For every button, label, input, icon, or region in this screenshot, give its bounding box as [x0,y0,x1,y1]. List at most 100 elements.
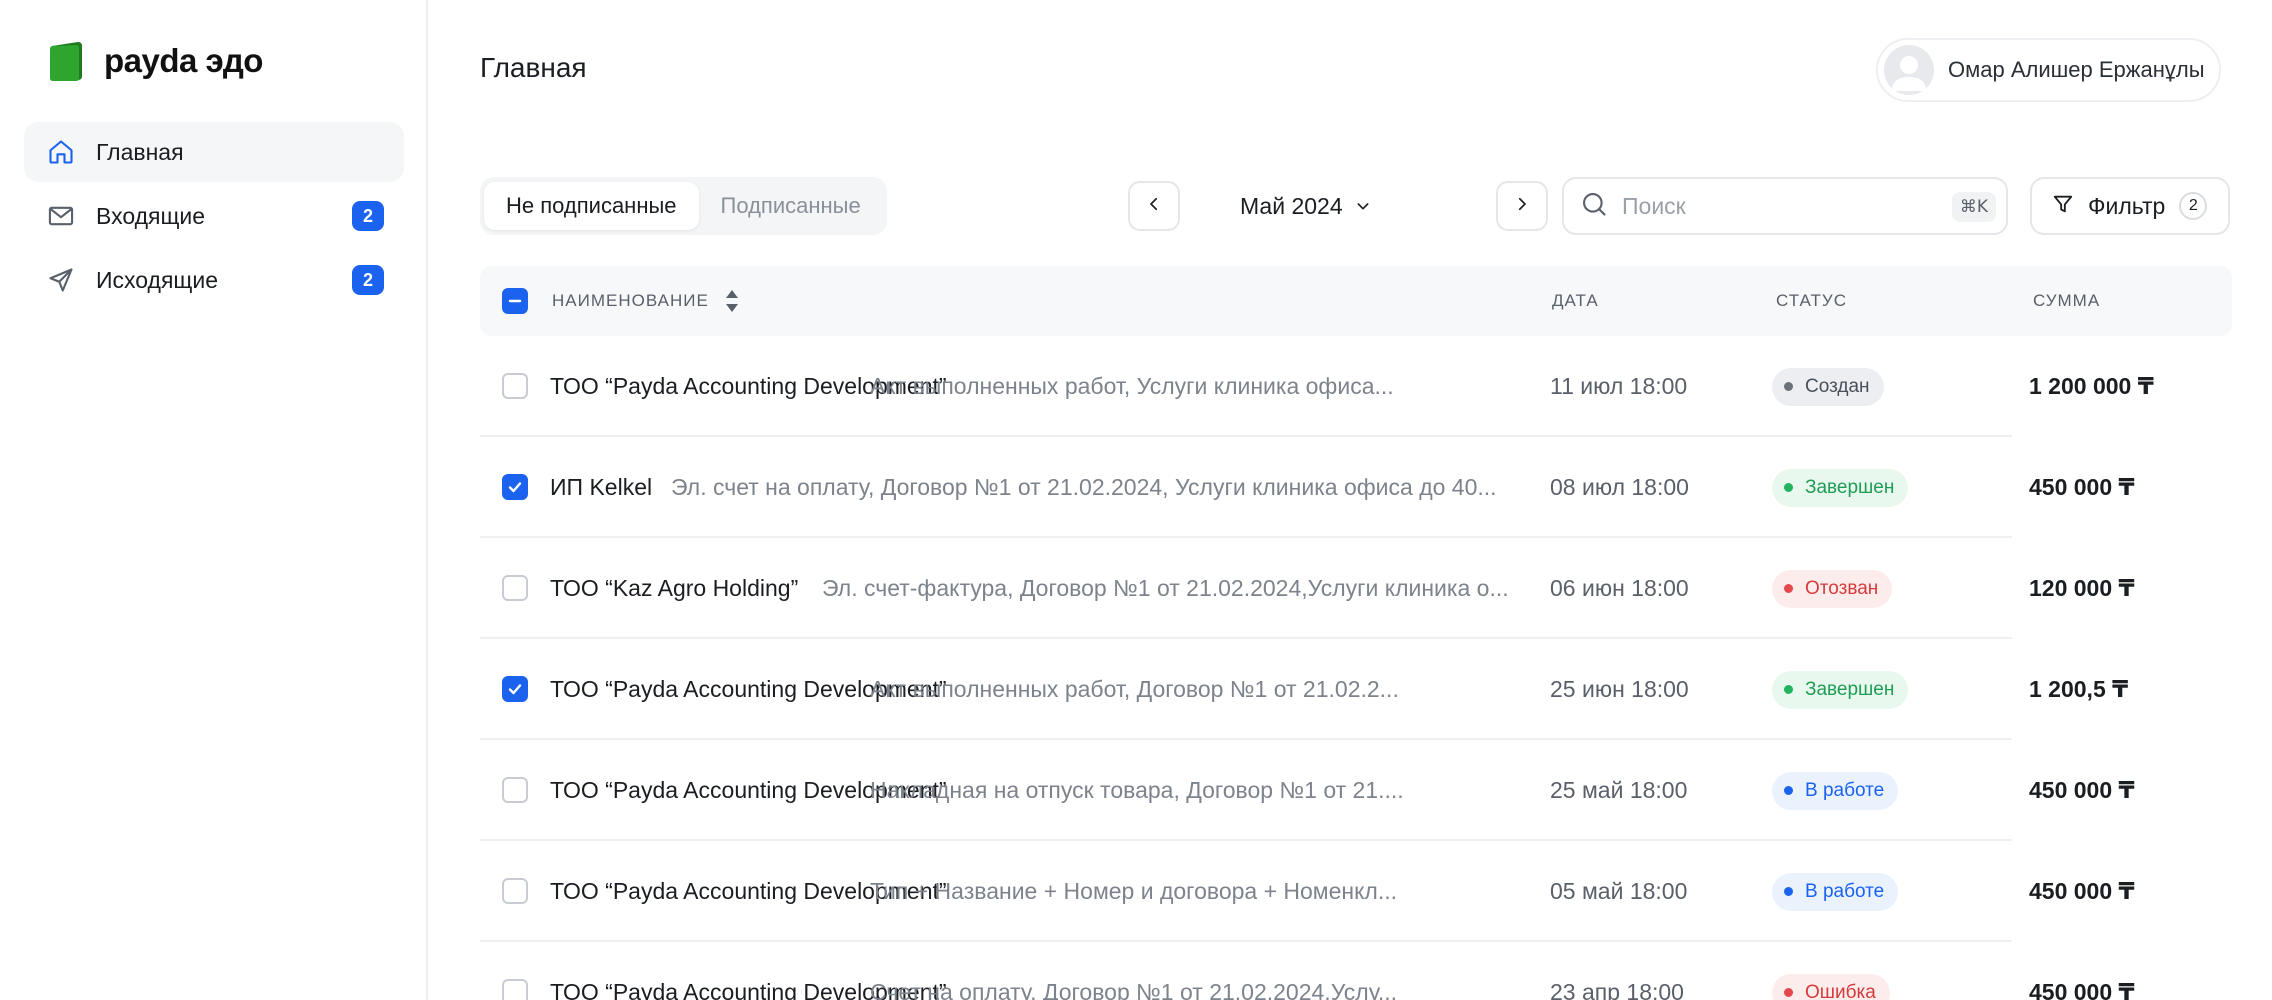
search-box: ⌘K [1562,177,2008,235]
status-badge: В работе [1772,872,1899,911]
prev-month-button[interactable] [1128,181,1180,231]
status-badge: Создан [1772,367,1884,406]
status-label: Завершен [1805,678,1895,700]
status-dot-icon [1784,685,1793,694]
row-amount: 450 000 ₸ [2029,979,2135,1000]
table-row[interactable]: ИП Kelkel Эл. счет на оплату, Договор №1 … [480,437,2232,538]
row-checkbox[interactable] [502,474,528,500]
sidebar-item-label: Входящие [96,202,206,229]
status-dot-icon [1784,988,1793,997]
table-header: НАИМЕНОВАНИЕ ДАТА СТАТУС СУММА [480,266,2232,336]
row-date: 11 июл 18:00 [1550,373,1688,399]
row-description: Акт выполненных работ, Услуги клиника оф… [870,373,1394,399]
row-amount: 450 000 ₸ [2029,878,2135,904]
search-icon [1580,190,1608,223]
row-status-cell: Создан [1772,336,1884,437]
sort-icon[interactable] [723,287,741,315]
table-row[interactable]: ТОО “Payda Accounting Development” Тип + … [480,841,2232,942]
row-description: Накладная на отпуск товара, Договор №1 о… [870,777,1404,803]
mail-icon [46,201,76,231]
row-checkbox[interactable] [502,878,528,904]
status-label: В работе [1805,779,1885,801]
filter-label: Фильтр [2088,192,2166,219]
status-label: Завершен [1805,476,1895,498]
row-description: Тип + Название + Номер и договора + Номе… [870,878,1398,904]
sidebar-item-home[interactable]: Главная [24,122,404,182]
row-status-cell: Ошибка [1772,942,1890,1000]
row-date: 25 июн 18:00 [1550,676,1689,702]
month-select[interactable]: Май 2024 [1240,181,1371,231]
status-badge: Ошибка [1772,973,1890,1000]
status-badge: В работе [1772,771,1899,810]
sidebar-item-inbox[interactable]: Входящие 2 [24,186,404,246]
row-company: ИП Kelkel [550,474,653,500]
user-menu[interactable]: Омар Алишер Ержанұлы [1876,38,2221,102]
column-header-date[interactable]: ДАТА [1552,266,1599,336]
sidebar-item-outbox[interactable]: Исходящие 2 [24,250,404,310]
outbox-count-badge: 2 [352,265,384,295]
next-month-button[interactable] [1496,181,1548,231]
chevron-right-icon [1513,195,1531,218]
column-header-status[interactable]: СТАТУС [1776,266,1847,336]
table-row[interactable]: ТОО “Payda Accounting Development” Наклад… [480,740,2232,841]
status-label: В работе [1805,880,1885,902]
row-amount: 450 000 ₸ [2029,777,2135,803]
row-description: Эл. счет на оплату, Договор №1 от 21.02.… [671,474,1497,500]
row-status-cell: В работе [1772,841,1899,942]
brand-logo[interactable]: payda эдо [48,40,263,82]
search-input[interactable] [1622,192,1922,220]
table-body: ТОО “Payda Accounting Development” Акт вы… [480,336,2232,1000]
table-row[interactable]: ТОО “Payda Accounting Development” Акт вы… [480,336,2232,437]
status-dot-icon [1784,483,1793,492]
status-dot-icon [1784,382,1793,391]
sidebar-item-label: Главная [96,138,184,165]
filter-count-badge: 2 [2179,192,2208,220]
status-badge: Отозван [1772,569,1893,608]
row-amount: 450 000 ₸ [2029,474,2135,500]
status-dot-icon [1784,786,1793,795]
sidebar: payda эдо Главная Входящие 2 Исходящие 2 [0,0,428,1000]
column-header-amount[interactable]: СУММА [2033,266,2100,336]
chevron-down-icon [1355,193,1371,220]
sidebar-nav: Главная Входящие 2 Исходящие 2 [24,122,404,314]
row-amount: 120 000 ₸ [2029,575,2135,601]
row-checkbox[interactable] [502,676,528,702]
chevron-left-icon [1145,195,1163,218]
send-icon [46,265,76,295]
row-date: 25 май 18:00 [1550,777,1688,803]
tab-signed[interactable]: Подписанные [699,182,883,230]
check-icon [508,684,522,695]
row-date: 06 июн 18:00 [1550,575,1689,601]
row-checkbox[interactable] [502,373,528,399]
row-description: Эл. счет-фактура, Договор №1 от 21.02.20… [822,575,1509,601]
brand-name: payda эдо [104,42,263,79]
row-status-cell: Отозван [1772,538,1893,639]
documents-table: НАИМЕНОВАНИЕ ДАТА СТАТУС СУММА ТОО “Payd… [480,266,2232,1000]
search-shortcut-hint: ⌘K [1951,192,1996,222]
table-row[interactable]: ТОО “Payda Accounting Development” Акт вы… [480,639,2232,740]
inbox-count-badge: 2 [352,201,384,231]
status-dot-icon [1784,887,1793,896]
logo-icon [48,40,84,82]
row-status-cell: Завершен [1772,437,1909,538]
row-date: 05 май 18:00 [1550,878,1688,904]
row-checkbox[interactable] [502,979,528,1000]
row-checkbox[interactable] [502,575,528,601]
row-checkbox[interactable] [502,777,528,803]
table-row[interactable]: ТОО “Kaz Agro Holding” Эл. счет-фактура, … [480,538,2232,639]
row-status-cell: Завершен [1772,639,1909,740]
check-icon [508,482,522,493]
filter-icon [2052,193,2074,220]
filter-button[interactable]: Фильтр 2 [2030,177,2230,235]
status-badge: Завершен [1772,670,1909,709]
row-company: ТОО “Kaz Agro Holding” [550,575,799,601]
row-date: 23 апр 18:00 [1550,979,1684,1000]
sidebar-item-label: Исходящие [96,266,218,293]
page-title: Главная [480,52,587,83]
row-description: Счет на оплату, Договор №1 от 21.02.2024… [870,979,1398,1000]
row-date: 08 июл 18:00 [1550,474,1689,500]
table-row[interactable]: ТОО “Payda Accounting Development” Счет н… [480,942,2232,1000]
tab-unsigned[interactable]: Не подписанные [484,182,699,230]
column-header-name[interactable]: НАИМЕНОВАНИЕ [552,266,741,336]
select-all-checkbox[interactable] [502,288,528,314]
